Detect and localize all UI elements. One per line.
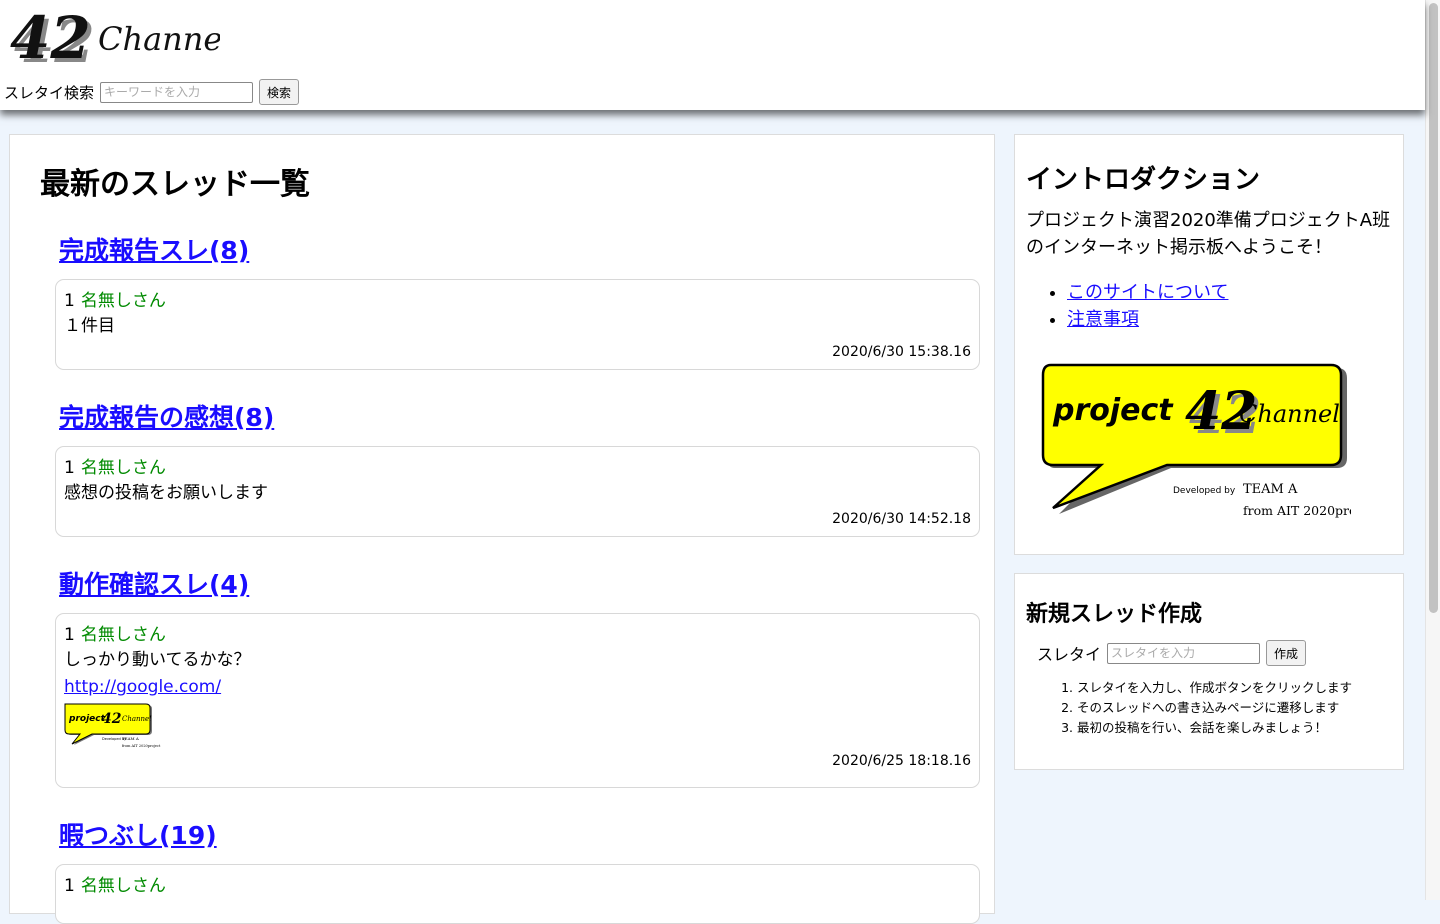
about-site-link[interactable]: このサイトについて [1067, 282, 1228, 303]
create-thread-button[interactable]: 作成 [1266, 640, 1307, 666]
notes-link[interactable]: 注意事項 [1067, 309, 1139, 330]
svg-text:42: 42 [10, 6, 91, 72]
post-number: 1 [64, 291, 75, 311]
post-header: 1 名無しさん [64, 623, 971, 647]
post-card: 1 名無しさん 感想の投稿をお願いします 2020/6/30 14:52.18 [55, 446, 980, 537]
step-item: そのスレッドへの書き込みページに遷移します [1077, 698, 1352, 718]
svg-text:Channel: Channel [98, 20, 220, 58]
intro-links: このサイトについて 注意事項 [1045, 279, 1228, 333]
thread-item: 暇つぶし(19) 1 名無しさん [55, 816, 980, 924]
post-card: 1 名無しさん １件目 2020/6/30 15:38.16 [55, 279, 980, 370]
search-label: スレタイ検索 [4, 83, 95, 102]
thread-item: 完成報告スレ(8) 1 名無しさん １件目 2020/6/30 15:38.16 [55, 231, 980, 370]
intro-link-item: このサイトについて [1067, 279, 1228, 306]
site-logo[interactable]: 42 42 Channel [10, 6, 220, 74]
post-header: 1 名無しさん [64, 456, 971, 480]
step-item: スレタイを入力し、作成ボタンをクリックします [1077, 678, 1352, 698]
post-number: 1 [64, 625, 75, 645]
post-header: 1 名無しさん [64, 289, 971, 313]
post-number: 1 [64, 458, 75, 478]
thread-search: スレタイ検索 検索 [4, 79, 300, 105]
svg-text:TEAM A: TEAM A [122, 736, 139, 741]
intro-text: プロジェクト演習2020準備プロジェクトA班のインターネット掲示板へようこそ！ [1026, 210, 1391, 258]
post-card: 1 名無しさん しっかり動いてるかな？ http://google.com/ pr… [55, 613, 980, 788]
scroll-thumb[interactable] [1429, 3, 1438, 613]
svg-text:Channel: Channel [1239, 400, 1340, 428]
post-image-thumbnail[interactable]: project 42 Channel Developed by TEAM A f… [64, 703, 164, 749]
post-author: 名無しさん [80, 876, 166, 896]
intro-card: イントロダクション プロジェクト演習2020準備プロジェクトA班のインターネット… [1014, 134, 1404, 555]
svg-text:from AIT 2020project: from AIT 2020project [122, 744, 161, 748]
thread-title-link[interactable]: 動作確認スレ(4) [59, 565, 980, 605]
svg-text:project: project [68, 714, 106, 724]
svg-text:TEAM A: TEAM A [1243, 482, 1298, 497]
search-button[interactable]: 検索 [259, 79, 300, 105]
post-card: 1 名無しさん [55, 864, 980, 924]
post-header: 1 名無しさん [64, 874, 971, 898]
thread-title-link[interactable]: 完成報告の感想(8) [59, 398, 980, 438]
post-timestamp: 2020/6/25 18:18.16 [832, 753, 971, 769]
new-thread-title: 新規スレッド作成 [1026, 602, 1203, 627]
intro-link-item: 注意事項 [1067, 306, 1228, 333]
thread-item: 完成報告の感想(8) 1 名無しさん 感想の投稿をお願いします 2020/6/30… [55, 398, 980, 537]
post-timestamp: 2020/6/30 14:52.18 [832, 511, 971, 527]
thread-title-label: スレタイ [1037, 645, 1102, 664]
post-number: 1 [64, 876, 75, 896]
site-header: 42 42 Channel スレタイ検索 検索 [0, 0, 1425, 110]
svg-text:project: project [1052, 393, 1174, 428]
step-item: 最初の投稿を行い、会話を楽しみましょう！ [1077, 718, 1352, 738]
post-link[interactable]: http://google.com/ [64, 674, 221, 701]
svg-text:Developed by: Developed by [1173, 486, 1236, 496]
new-thread-card: 新規スレッド作成 スレタイ 作成 スレタイを入力し、作成ボタンをクリックします … [1014, 573, 1404, 770]
post-author: 名無しさん [80, 291, 166, 311]
thread-title-input[interactable] [1107, 642, 1261, 664]
thread-item: 動作確認スレ(4) 1 名無しさん しっかり動いてるかな？ http://goog… [55, 565, 980, 788]
intro-title: イントロダクション [1026, 165, 1261, 195]
post-body: 感想の投稿をお願いします [64, 483, 268, 503]
page-title: 最新のスレッド一覧 [40, 167, 310, 202]
thread-list-panel: 最新のスレッド一覧 完成報告スレ(8) 1 名無しさん １件目 2020/6/30… [9, 134, 995, 924]
svg-text:from AIT 2020project: from AIT 2020project [1243, 503, 1351, 518]
new-thread-form: スレタイ 作成 [1037, 640, 1307, 666]
project-42channel-logo: project 42 42 Channel Developed by TEAM … [1041, 363, 1351, 518]
post-body: １件目 [64, 316, 115, 336]
post-author: 名無しさん [80, 625, 166, 645]
thread-title-link[interactable]: 暇つぶし(19) [59, 816, 980, 856]
post-author: 名無しさん [80, 458, 166, 478]
post-timestamp: 2020/6/30 15:38.16 [832, 344, 971, 360]
create-steps: スレタイを入力し、作成ボタンをクリックします そのスレッドへの書き込みページに遷… [1037, 678, 1352, 738]
search-input[interactable] [100, 81, 254, 103]
thread-title-link[interactable]: 完成報告スレ(8) [59, 231, 980, 271]
svg-text:Channel: Channel [122, 715, 151, 723]
post-body: しっかり動いてるかな？ [64, 650, 251, 670]
page-scrollbar[interactable] [1425, 0, 1440, 900]
svg-text:42: 42 [102, 711, 122, 727]
